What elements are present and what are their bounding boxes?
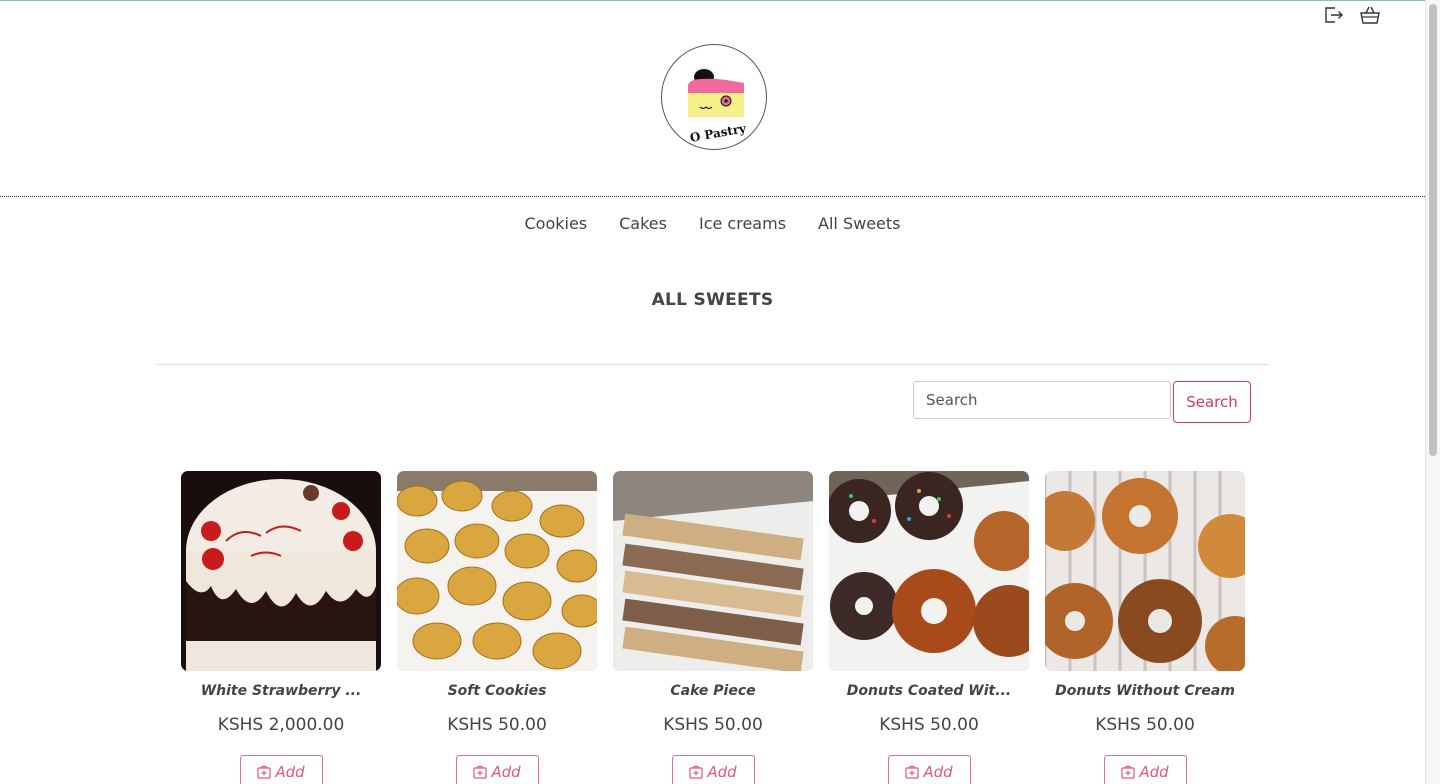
product-card: Donuts Without Cream KSHS 50.00 Add <box>1045 471 1245 784</box>
search-input[interactable] <box>913 381 1171 419</box>
add-to-cart-button[interactable]: Add <box>887 755 971 784</box>
add-to-cart-button[interactable]: Add <box>1103 755 1187 784</box>
product-price: KSHS 2,000.00 <box>217 715 345 735</box>
product-grid: White Strawberry ... KSHS 2,000.00 Add S… <box>181 471 1245 784</box>
page-scrollbar[interactable] <box>1425 0 1440 784</box>
cart-plus-icon <box>905 765 919 779</box>
product-name: White Strawberry ... <box>200 683 362 699</box>
add-to-cart-button[interactable]: Add <box>239 755 323 784</box>
search-button[interactable]: Search <box>1173 381 1251 423</box>
product-image-cake-piece[interactable] <box>613 471 813 671</box>
category-nav: Cookies Cakes Ice creams All Sweets <box>0 214 1425 233</box>
cart-plus-icon <box>473 765 487 779</box>
product-image-plain-donuts[interactable] <box>1045 471 1245 671</box>
product-image-cake[interactable] <box>181 471 381 671</box>
product-name: Soft Cookies <box>447 683 547 699</box>
scrollbar-thumb[interactable] <box>1429 4 1437 456</box>
cart-plus-icon <box>1121 765 1135 779</box>
product-price: KSHS 50.00 <box>879 715 979 735</box>
nav-item-all-sweets[interactable]: All Sweets <box>818 214 900 233</box>
add-to-cart-button[interactable]: Add <box>455 755 539 784</box>
add-label: Add <box>275 763 305 781</box>
nav-item-ice-creams[interactable]: Ice creams <box>699 214 786 233</box>
nav-item-cookies[interactable]: Cookies <box>524 214 587 233</box>
product-card: Cake Piece KSHS 50.00 Add <box>613 471 813 784</box>
basket-icon[interactable] <box>1359 4 1381 26</box>
page: O Pastry Cookies Cakes Ice creams All Sw… <box>0 0 1425 784</box>
nav-item-cakes[interactable]: Cakes <box>619 214 667 233</box>
cart-plus-icon <box>257 765 271 779</box>
product-name: Donuts Coated Wit... <box>846 683 1012 699</box>
product-image-cookies[interactable] <box>397 471 597 671</box>
content-divider <box>157 364 1268 365</box>
add-label: Add <box>707 763 737 781</box>
add-label: Add <box>923 763 953 781</box>
top-border <box>0 0 1425 1</box>
product-price: KSHS 50.00 <box>1095 715 1195 735</box>
product-card: Soft Cookies KSHS 50.00 Add <box>397 471 597 784</box>
product-price: KSHS 50.00 <box>447 715 547 735</box>
product-price: KSHS 50.00 <box>663 715 763 735</box>
product-name: Cake Piece <box>670 683 756 699</box>
header-actions <box>1323 4 1381 26</box>
section-title: ALL SWEETS <box>651 290 774 310</box>
logout-icon[interactable] <box>1323 4 1345 26</box>
product-card: White Strawberry ... KSHS 2,000.00 Add <box>181 471 381 784</box>
add-label: Add <box>1139 763 1169 781</box>
product-image-coated-donuts[interactable] <box>829 471 1029 671</box>
product-name: Donuts Without Cream <box>1055 683 1235 699</box>
product-card: Donuts Coated Wit... KSHS 50.00 Add <box>829 471 1029 784</box>
brand-logo[interactable]: O Pastry <box>661 44 767 150</box>
header-divider <box>0 196 1425 197</box>
add-to-cart-button[interactable]: Add <box>671 755 755 784</box>
cart-plus-icon <box>689 765 703 779</box>
add-label: Add <box>491 763 521 781</box>
